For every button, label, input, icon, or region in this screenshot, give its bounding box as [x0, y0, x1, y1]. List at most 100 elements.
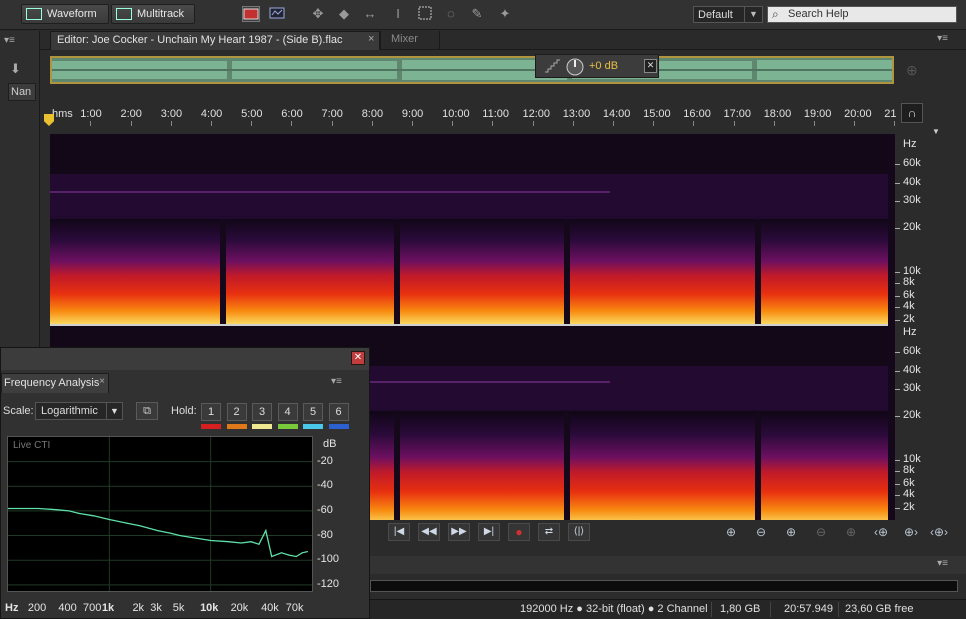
spectrum-point	[210, 539, 212, 542]
zoom-navigator-icon[interactable]: ⊕	[906, 62, 918, 79]
scale-label: Scale:	[3, 405, 34, 417]
hz-tick	[895, 484, 900, 485]
snap-magnet-icon[interactable]: ∩	[901, 103, 923, 123]
pin-icon[interactable]: ✕	[644, 59, 657, 73]
close-icon[interactable]: ✕	[351, 351, 365, 365]
workspace-select[interactable]: Default ▼	[693, 6, 763, 23]
overview-waveform[interactable]	[50, 56, 894, 84]
search-help-input[interactable]: ⌕ Search Help	[767, 6, 957, 23]
lasso-icon[interactable]: ◌	[442, 6, 460, 22]
brush-icon[interactable]: ✎	[468, 6, 486, 22]
frequency-graph[interactable]: Live CTI	[7, 436, 313, 592]
spectrum-point	[93, 515, 95, 517]
volume-readout: +0 dB	[589, 60, 619, 72]
hz-tick	[895, 371, 900, 372]
tab-frequency-analysis[interactable]: Frequency Analysis ×	[1, 373, 109, 393]
skip-selection-icon[interactable]: ⟨|⟩	[568, 523, 590, 541]
hold-button-2[interactable]: 2	[226, 403, 247, 421]
record-icon[interactable]: ●	[508, 523, 530, 541]
hz-tick	[895, 508, 900, 509]
ruler-tick-label: 17:00	[723, 108, 752, 120]
spectrum-point	[295, 555, 297, 558]
ruler-tick-mark	[653, 121, 655, 126]
hold-button-4[interactable]: 4	[277, 403, 298, 421]
tab-mixer[interactable]: Mixer	[380, 31, 440, 50]
zoom-in-amplitude-icon[interactable]: ⊕	[720, 523, 742, 541]
hz-label: 40k	[903, 364, 921, 376]
ruler-tick-label: 18:00	[763, 108, 792, 120]
razor-tool-icon[interactable]: ◆	[335, 6, 353, 22]
goto-end-icon[interactable]: ▶|	[478, 523, 500, 541]
time-ruler[interactable]: hms 1:00 2:00 3:00 4:00 5:00 6:00 7:00 8:00 9:00…	[44, 104, 897, 126]
panel-menu-icon[interactable]: ▾≡	[331, 376, 342, 387]
copy-graph-icon[interactable]: ⧉	[136, 402, 158, 420]
scale-value: Logarithmic	[41, 405, 98, 417]
ruler-tick-mark	[130, 121, 132, 126]
marker-icon[interactable]: ⬇	[10, 61, 21, 77]
hz-tick	[895, 320, 900, 321]
multitrack-view-button[interactable]: Multitrack	[111, 4, 195, 24]
frequency-axis: Hz 200 400 700 1k 2k 3k 5k 10k 20k 40k 70k	[1, 600, 371, 616]
hold-button-3[interactable]: 3	[252, 403, 272, 421]
live-cti-label: Live CTI	[13, 440, 51, 451]
spectrum-point	[78, 512, 80, 514]
file-size: 1,80 GB	[720, 603, 761, 615]
ruler-tick-mark	[291, 121, 293, 126]
spectrum-point	[139, 525, 141, 527]
rewind-icon[interactable]: ◀◀	[418, 523, 440, 541]
name-column-header[interactable]: Nan	[8, 83, 36, 101]
panel-titlebar[interactable]	[1, 348, 369, 370]
panel-menu-icon[interactable]: ▾≡	[937, 558, 948, 569]
time-selection-icon[interactable]: I	[389, 6, 407, 22]
freq-label: 700	[83, 602, 102, 614]
freq-label: 10k	[200, 602, 219, 614]
hz-tick	[895, 460, 900, 461]
ruler-tick-label: 14:00	[602, 108, 631, 120]
hz-unit: Hz	[903, 326, 917, 338]
hold-color-swatch	[226, 424, 247, 429]
channel-divider	[50, 324, 895, 326]
scale-select[interactable]: Logarithmic ▼	[35, 402, 123, 420]
db-label: -40	[317, 479, 333, 492]
zoom-full-icon[interactable]: ⊕	[840, 523, 862, 541]
hold-button-1[interactable]: 1	[201, 403, 221, 421]
goto-start-icon[interactable]: |◀	[388, 523, 410, 541]
marquee-icon[interactable]	[416, 6, 434, 22]
ruler-tick-label: 7:00	[321, 108, 343, 120]
zoom-out-amplitude-icon[interactable]: ⊖	[750, 523, 772, 541]
hz-tick	[895, 164, 900, 165]
spot-healing-icon[interactable]: ✦	[496, 6, 514, 22]
fast-forward-icon[interactable]: ▶▶	[448, 523, 470, 541]
panel-menu-icon[interactable]: ▾≡	[937, 33, 948, 44]
hz-tick	[895, 471, 900, 472]
loop-icon[interactable]: ⇄	[538, 523, 560, 541]
zoom-in-right-icon[interactable]: ⊕›	[900, 523, 922, 541]
spectral-pitch-icon[interactable]	[268, 6, 286, 22]
spectral-frequency-icon[interactable]	[242, 6, 260, 22]
ruler-tick-mark	[251, 121, 253, 126]
tab-editor[interactable]: Editor: Joe Cocker - Unchain My Heart 19…	[50, 31, 380, 50]
hud-volume-control[interactable]: +0 dB ✕	[535, 54, 659, 78]
ruler-tick-mark	[813, 121, 815, 126]
volume-knob-icon[interactable]	[566, 58, 584, 76]
zoom-in-time-icon[interactable]: ⊕	[780, 523, 802, 541]
slip-tool-icon[interactable]: ↔	[361, 6, 379, 22]
hz-tick	[895, 495, 900, 496]
ruler-tick-mark	[492, 121, 494, 126]
hold-button-5[interactable]: 5	[303, 403, 323, 421]
move-tool-icon[interactable]: ✥	[309, 6, 327, 22]
hold-button-6[interactable]: 6	[328, 403, 349, 421]
playhead-marker[interactable]	[44, 114, 54, 126]
hz-tick	[895, 307, 900, 308]
zoom-in-left-icon[interactable]: ‹⊕	[870, 523, 892, 541]
close-tab-icon[interactable]: ×	[368, 33, 374, 45]
panel-menu-icon[interactable]: ▾≡	[4, 35, 15, 46]
spectrum-point	[306, 550, 308, 553]
ruler-tick-label: 12:00	[522, 108, 551, 120]
waveform-view-button[interactable]: Waveform	[21, 4, 109, 24]
close-tab-icon[interactable]: ×	[99, 376, 105, 387]
levels-header: ▾≡	[370, 556, 966, 574]
zoom-selection-icon[interactable]: ‹⊕›	[928, 523, 950, 541]
zoom-out-time-icon[interactable]: ⊖	[810, 523, 832, 541]
multitrack-icon	[116, 8, 132, 20]
